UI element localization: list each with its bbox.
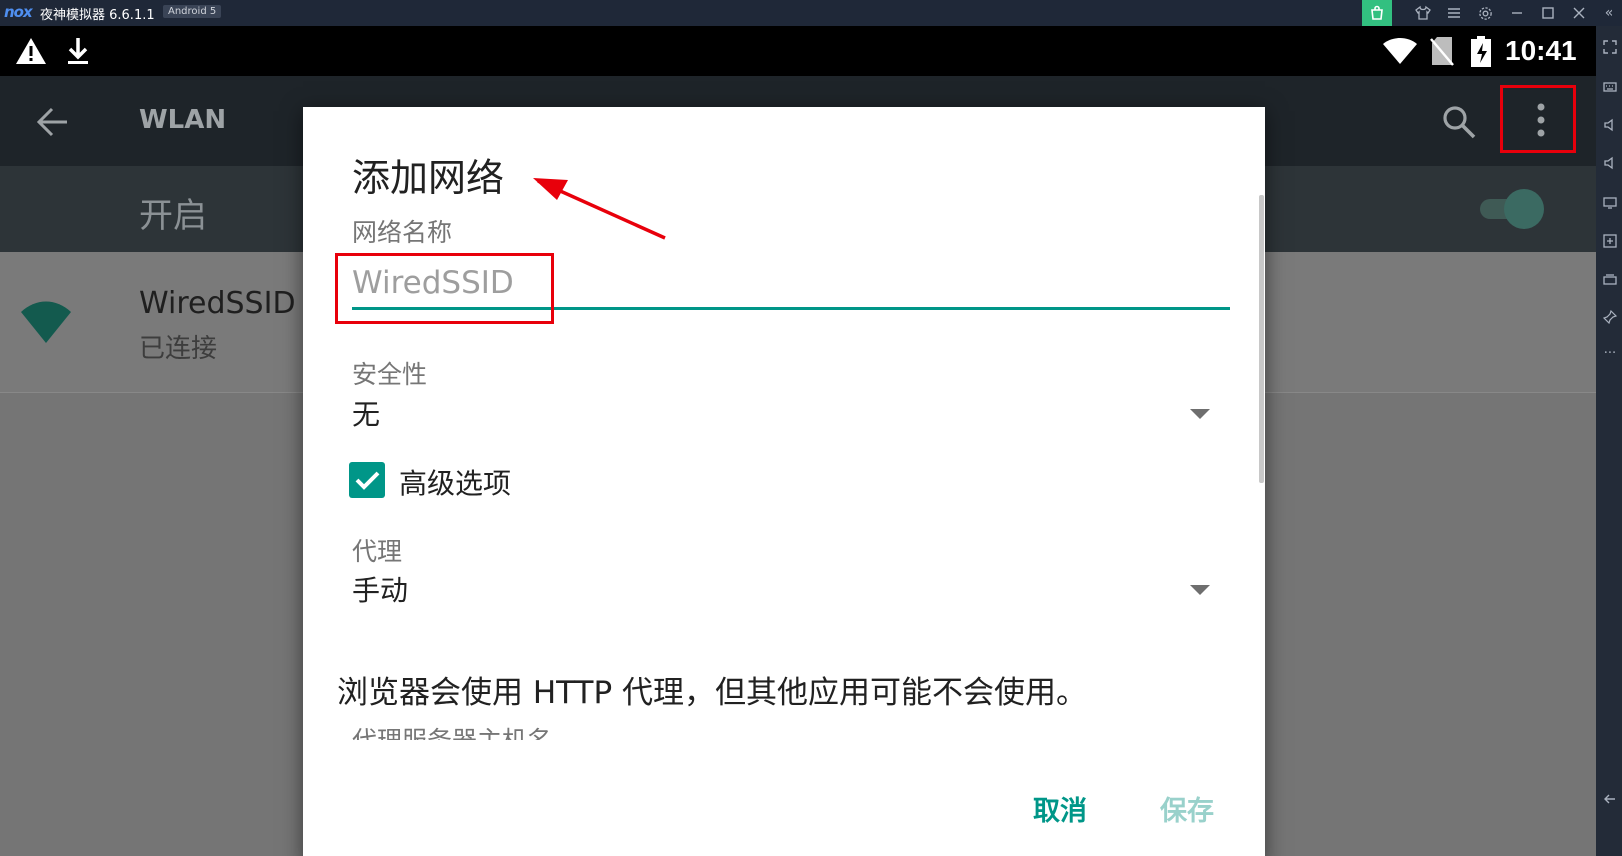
download-icon [66,36,90,70]
add-network-dialog: 添加网络 网络名称 WiredSSID 安全性 无 高级选项 代理 手动 浏览器… [303,107,1265,856]
menu-icon[interactable] [1439,0,1469,26]
wifi-icon [1382,37,1418,69]
dialog-title: 添加网络 [352,156,505,200]
fullscreen-icon[interactable] [1602,40,1618,56]
annotation-arrow [533,178,666,240]
proxy-host-label-clip: 代理服务器主机名 [352,719,1230,740]
collapse-sidebar-icon[interactable]: « [1596,0,1622,26]
cancel-button[interactable]: 取消 [1033,789,1087,828]
search-icon[interactable] [1440,103,1478,145]
proxy-dropdown[interactable]: 手动 [352,567,1230,613]
advanced-options-checkbox[interactable]: 高级选项 [349,458,649,500]
clock: 10:41 [1505,35,1577,66]
proxy-value: 手动 [352,574,409,607]
multi-instance-icon[interactable] [1602,272,1618,288]
wifi-signal-icon [20,300,72,348]
maximize-icon[interactable] [1533,0,1563,26]
wlan-toggle[interactable] [1480,189,1544,229]
status-bar: 10:41 [0,26,1596,76]
keyboard-icon[interactable] [1602,80,1618,96]
bag-icon[interactable] [1362,0,1392,26]
dialog-scrollbar[interactable] [1259,195,1264,483]
security-label: 安全性 [352,360,428,389]
back-arrow-icon[interactable] [35,106,69,142]
network-ssid: WiredSSID [139,286,296,321]
shirt-icon[interactable] [1408,0,1438,26]
page-title: WLAN [139,105,227,135]
chevron-down-icon [1190,409,1210,419]
more-icon[interactable]: ··· [1602,346,1618,362]
network-status: 已连接 [139,334,218,364]
proxy-label: 代理 [352,537,403,566]
network-name-label: 网络名称 [352,218,453,247]
security-value: 无 [352,398,381,431]
back-icon[interactable] [1602,792,1618,808]
checkbox-checked-icon [349,462,385,498]
emulator-title-bar: nox 夜神模拟器 6.6.1.1 Android 5 « [0,0,1622,26]
settings-icon[interactable] [1470,0,1500,26]
volume-down-icon[interactable] [1602,156,1618,172]
save-button[interactable]: 保存 [1160,789,1214,828]
annotation-highlight-menu [1500,85,1576,153]
no-sim-icon [1430,36,1454,70]
proxy-host-label: 代理服务器主机名 [352,721,552,740]
advanced-options-label: 高级选项 [399,467,512,500]
android-version-badge: Android 5 [163,5,222,18]
proxy-note: 浏览器会使用 HTTP 代理，但其他应用可能不会使用。 [337,675,1088,711]
emulator-side-toolbar: ··· [1596,26,1622,856]
minimize-icon[interactable] [1502,0,1532,26]
close-icon[interactable] [1564,0,1594,26]
battery-charging-icon [1470,36,1492,72]
emulator-title: 夜神模拟器 6.6.1.1 [40,8,155,23]
add-apk-icon[interactable] [1602,234,1618,250]
warning-icon [15,36,47,70]
chevron-down-icon [1190,585,1210,595]
annotation-highlight-ssid [335,253,554,324]
volume-up-icon[interactable] [1602,118,1618,134]
wlan-switch-label: 开启 [139,196,207,236]
pin-icon[interactable] [1602,309,1618,326]
android-screen: 10:41 WLAN 开启 WiredSSID 已连接 添加网络 网络名称 Wi… [0,26,1596,856]
security-dropdown[interactable]: 无 [352,391,1230,437]
nox-logo: nox [4,3,33,21]
screen-icon[interactable] [1602,196,1618,212]
